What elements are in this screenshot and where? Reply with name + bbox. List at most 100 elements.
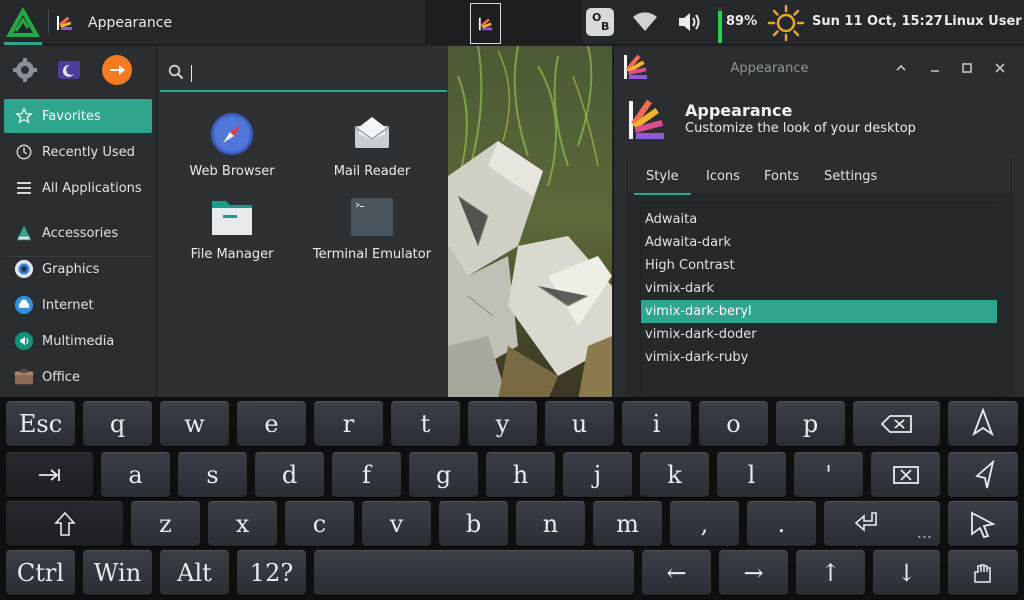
ob-letter-b: B — [601, 20, 610, 33]
key-p[interactable]: p — [776, 401, 845, 446]
key-g[interactable]: g — [409, 452, 478, 497]
category-office[interactable]: Office — [4, 360, 152, 394]
key-e[interactable]: e — [237, 401, 306, 446]
key-space[interactable] — [314, 550, 634, 595]
key-alt[interactable]: Alt — [160, 550, 229, 595]
pointer-click-icon — [971, 511, 996, 538]
key-shift[interactable] — [6, 501, 123, 546]
window-switcher-button[interactable] — [470, 3, 501, 44]
weather-sun-icon[interactable] — [767, 4, 805, 42]
key-n[interactable]: n — [516, 501, 585, 546]
category-favorites[interactable]: Favorites — [4, 99, 152, 133]
theme-item[interactable]: High Contrast — [641, 254, 997, 277]
theme-item[interactable]: vimix-dark-doder — [641, 323, 997, 346]
volume-icon[interactable] — [677, 10, 703, 34]
lock-screen-icon[interactable] — [55, 56, 83, 84]
key-s[interactable]: s — [178, 452, 247, 497]
key-arrow-left[interactable]: ← — [642, 550, 711, 595]
theme-item[interactable]: vimix-dark — [641, 277, 997, 300]
key-ctrl[interactable]: Ctrl — [6, 550, 75, 595]
key-move-up[interactable] — [948, 401, 1018, 446]
window-maximize-chevron-button[interactable] — [891, 58, 911, 78]
key-z[interactable]: z — [131, 501, 200, 546]
key-c[interactable]: c — [285, 501, 354, 546]
key-drag[interactable] — [948, 550, 1018, 595]
key-o[interactable]: o — [699, 401, 768, 446]
key-j[interactable]: j — [563, 452, 632, 497]
key-b[interactable]: b — [439, 501, 508, 546]
key-y[interactable]: y — [468, 401, 537, 446]
key-v[interactable]: v — [362, 501, 431, 546]
key-w[interactable]: w — [160, 401, 229, 446]
key-period[interactable]: . — [747, 501, 816, 546]
key-u[interactable]: u — [545, 401, 614, 446]
category-graphics[interactable]: Graphics — [4, 252, 152, 286]
theme-item-selected[interactable]: vimix-dark-beryl — [641, 300, 997, 323]
key-esc[interactable]: Esc — [6, 401, 75, 446]
key-l[interactable]: l — [717, 452, 786, 497]
history-icon — [14, 142, 34, 162]
taskbar-empty-area — [425, 0, 582, 45]
window-close-button[interactable] — [990, 58, 1010, 78]
taskbar-item-appearance[interactable]: Appearance — [48, 0, 425, 45]
window-minimize-button[interactable] — [925, 58, 945, 78]
theme-item[interactable]: Adwaita — [641, 208, 997, 231]
key-numbers[interactable]: 12? — [237, 550, 306, 595]
key-f[interactable]: f — [332, 452, 401, 497]
key-arrow-right[interactable]: → — [719, 550, 788, 595]
key-arrow-down[interactable]: ↓ — [873, 550, 940, 595]
key-win[interactable]: Win — [83, 550, 152, 595]
tab-bar: Style Icons Fonts Settings — [627, 158, 1012, 195]
tab-fonts[interactable]: Fonts — [752, 159, 811, 195]
theme-item[interactable]: vimix-dark-ruby — [641, 346, 997, 369]
user-name[interactable]: Linux User — [944, 14, 1022, 29]
key-a[interactable]: a — [101, 452, 170, 497]
window-titlebar[interactable]: Appearance — [614, 46, 1024, 90]
battery-level-bar[interactable] — [718, 7, 722, 43]
key-delete[interactable] — [871, 452, 940, 497]
key-q[interactable]: q — [83, 401, 152, 446]
category-label: Graphics — [42, 261, 100, 277]
menu-search-input[interactable] — [190, 60, 430, 86]
key-d[interactable]: d — [255, 452, 324, 497]
window-maximize-button[interactable] — [957, 58, 977, 78]
clock[interactable]: Sun 11 Oct, 15:27 — [812, 14, 943, 29]
tab-icons[interactable]: Icons — [694, 159, 752, 195]
key-click[interactable] — [948, 501, 1018, 546]
settings-icon[interactable] — [11, 56, 39, 84]
tab-settings[interactable]: Settings — [812, 159, 889, 195]
key-m[interactable]: m — [593, 501, 662, 546]
battery-percent: 89% — [726, 14, 758, 29]
app-mail-reader[interactable]: Mail Reader — [302, 112, 442, 179]
accessories-icon — [14, 223, 34, 243]
app-terminal-emulator[interactable]: Terminal Emulator — [302, 195, 442, 262]
key-k[interactable]: k — [640, 452, 709, 497]
category-recently-used[interactable]: Recently Used — [4, 135, 152, 169]
openbox-icon[interactable]: O B — [586, 8, 614, 36]
key-enter[interactable]: ... — [824, 501, 940, 546]
key-backspace[interactable] — [853, 401, 940, 446]
key-move-left[interactable] — [948, 452, 1018, 497]
app-web-browser[interactable]: Web Browser — [162, 112, 302, 179]
key-apostrophe[interactable]: ' — [794, 452, 863, 497]
theme-item[interactable]: Adwaita-dark — [641, 231, 997, 254]
tab-style[interactable]: Style — [634, 159, 691, 195]
key-arrow-up[interactable]: ↑ — [796, 550, 865, 595]
key-tab[interactable] — [6, 452, 93, 497]
wallpaper-image — [448, 46, 612, 400]
category-internet[interactable]: Internet — [4, 288, 152, 322]
key-h[interactable]: h — [486, 452, 555, 497]
key-i[interactable]: i — [622, 401, 691, 446]
category-all-applications[interactable]: All Applications — [4, 171, 152, 205]
theme-list[interactable]: Adwaita Adwaita-dark High Contrast vimix… — [640, 207, 998, 400]
logout-icon[interactable] — [102, 55, 132, 85]
wifi-icon[interactable] — [632, 10, 658, 34]
key-x[interactable]: x — [208, 501, 277, 546]
key-r[interactable]: r — [314, 401, 383, 446]
category-multimedia[interactable]: Multimedia — [4, 324, 152, 358]
app-menu-button[interactable] — [4, 4, 42, 45]
app-file-manager[interactable]: File Manager — [162, 195, 302, 262]
key-comma[interactable]: , — [670, 501, 739, 546]
category-accessories[interactable]: Accessories — [4, 216, 152, 250]
key-t[interactable]: t — [391, 401, 460, 446]
